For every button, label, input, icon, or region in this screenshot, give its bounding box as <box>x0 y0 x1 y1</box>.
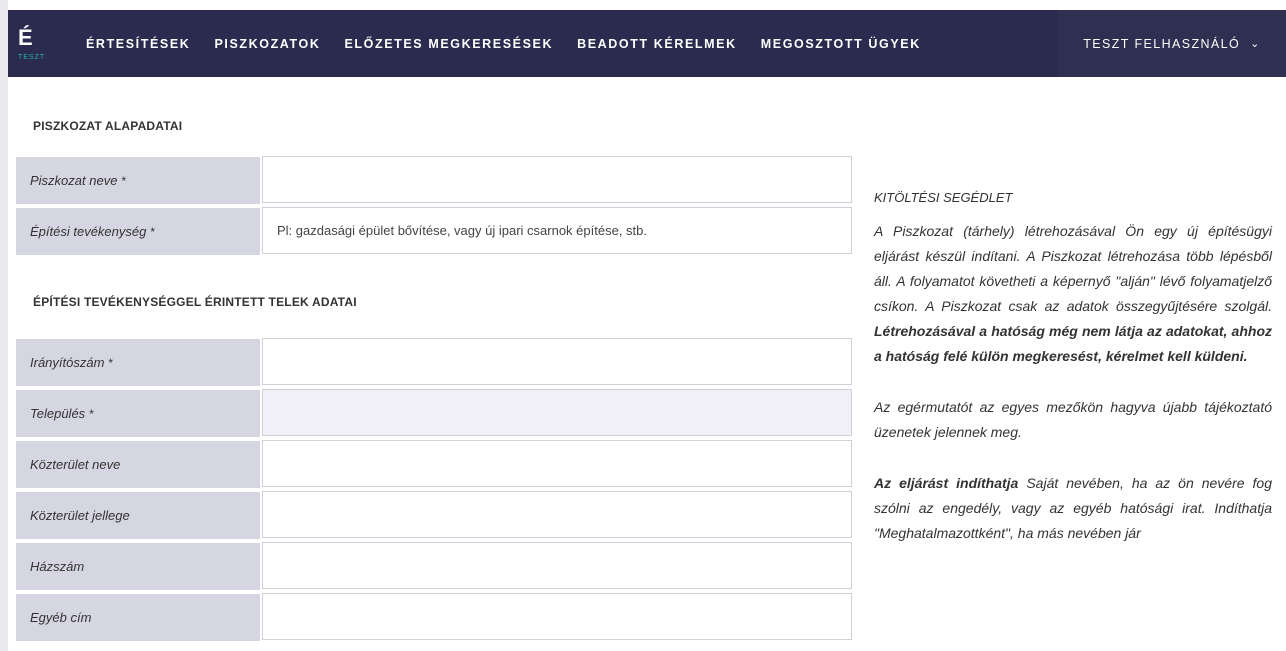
nav-ertesitesek[interactable]: ÉRTESÍTÉSEK <box>86 37 190 51</box>
top-navbar: É TESZT ÉRTESÍTÉSEK PISZKOZATOK ELŐZETES… <box>8 10 1286 77</box>
field-label-text: Közterület neve <box>30 457 121 472</box>
hazszam-input[interactable] <box>262 542 852 589</box>
help-paragraph-1: A Piszkozat (tárhely) létrehozásával Ön … <box>874 219 1272 369</box>
form-row-kozterulet-jellege: Közterület jellege <box>16 491 852 539</box>
help-p1-bold: Létrehozásával a hatóság még nem látja a… <box>874 323 1272 364</box>
kozterulet-neve-input[interactable] <box>262 440 852 487</box>
egyeb-cim-input[interactable] <box>262 593 852 640</box>
required-marker: * <box>89 406 94 421</box>
chevron-down-icon: ⌄ <box>1250 38 1261 50</box>
form-row-epitesi-tevekenyseg: Építési tevékenység * <box>16 207 852 255</box>
help-panel: KITÖLTÉSI SEGÉDLET A Piszkozat (tárhely)… <box>874 190 1272 572</box>
logo-letter: É <box>18 25 33 50</box>
required-marker: * <box>108 355 114 370</box>
kozterulet-jellege-input[interactable] <box>262 491 852 538</box>
field-label-text: Piszkozat neve <box>30 173 118 188</box>
help-paragraph-2: Az egérmutatót az egyes mezőkön hagyva ú… <box>874 399 1272 440</box>
form-row-egyeb-cim: Egyéb cím <box>16 593 852 641</box>
field-label: Egyéb cím <box>16 593 260 641</box>
iranyitoszam-input[interactable] <box>262 338 852 385</box>
field-label: Piszkozat neve * <box>16 156 260 204</box>
field-label-text: Építési tevékenység <box>30 224 147 239</box>
form-row-piszkozat-neve: Piszkozat neve * <box>16 156 852 204</box>
app-logo[interactable]: É TESZT <box>8 10 72 77</box>
field-label: Irányítószám * <box>16 338 260 386</box>
help-p3-bold: Az eljárást indíthatja <box>874 475 1019 491</box>
piszkozat-neve-input[interactable] <box>262 156 852 203</box>
field-label: Közterület jellege <box>16 491 260 539</box>
help-paragraph-3: Az eljárást indíthatja Saját nevében, ha… <box>874 471 1272 546</box>
field-label-text: Irányítószám <box>30 355 105 370</box>
field-label-text: Közterület jellege <box>30 508 130 523</box>
form-row-telepules: Település * <box>16 389 852 437</box>
nav-elozetes-megkeresesek[interactable]: ELŐZETES MEGKERESÉSEK <box>344 37 553 51</box>
telepules-input[interactable] <box>262 389 852 436</box>
nav-megosztott-ugyek[interactable]: MEGOSZTOTT ÜGYEK <box>761 37 921 51</box>
required-marker: * <box>150 224 156 239</box>
form-row-hazszam: Házszám <box>16 542 852 590</box>
nav-piszkozatok[interactable]: PISZKOZATOK <box>214 37 320 51</box>
field-label: Házszám <box>16 542 260 590</box>
field-label-text: Házszám <box>30 559 85 574</box>
help-title: KITÖLTÉSI SEGÉDLET <box>874 190 1013 205</box>
user-menu[interactable]: TESZT FELHASZNÁLÓ ⌄ <box>1058 10 1286 77</box>
main-nav: ÉRTESÍTÉSEK PISZKOZATOK ELŐZETES MEGKERE… <box>72 37 921 51</box>
field-label: Építési tevékenység * <box>16 207 260 255</box>
section-title-telek: ÉPÍTÉSI TEVÉKENYSÉGGEL ÉRINTETT TELEK AD… <box>33 295 357 309</box>
nav-beadott-kerelmek[interactable]: BEADOTT KÉRELMEK <box>577 37 737 51</box>
form-row-kozterulet-neve: Közterület neve <box>16 440 852 488</box>
form-row-iranyitoszam: Irányítószám * <box>16 338 852 386</box>
epitesi-tevekenyseg-input[interactable] <box>262 207 852 254</box>
required-marker: * <box>121 173 127 188</box>
field-label: Közterület neve <box>16 440 260 488</box>
field-label-text: Település <box>30 406 86 421</box>
left-edge <box>0 0 8 651</box>
section-title-piszkozat: PISZKOZAT ALAPADATAI <box>33 119 183 133</box>
user-name: TESZT FELHASZNÁLÓ <box>1083 36 1241 51</box>
logo-subtitle: TESZT <box>18 54 46 61</box>
help-p1-text: A Piszkozat (tárhely) létrehozásával Ön … <box>874 223 1272 314</box>
field-label: Település * <box>16 389 260 437</box>
field-label-text: Egyéb cím <box>30 610 92 625</box>
